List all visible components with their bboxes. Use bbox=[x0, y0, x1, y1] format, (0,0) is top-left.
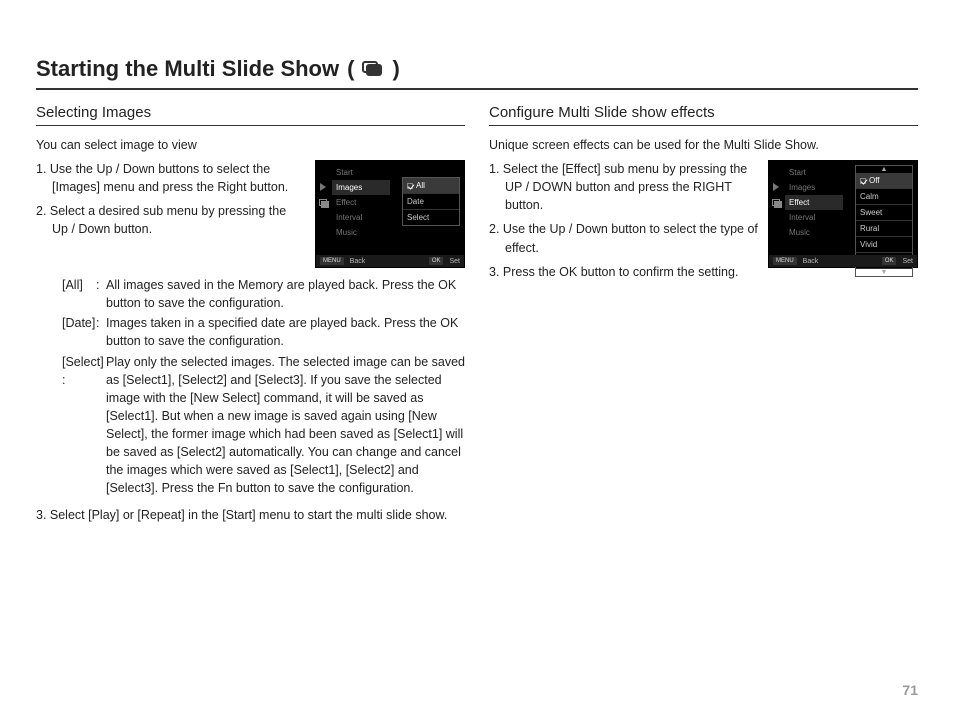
menu-item-interval[interactable]: Interval bbox=[785, 210, 843, 225]
left-device-screen: Start Images Effect Interval Music All D… bbox=[315, 160, 465, 268]
submenu-label: Rural bbox=[860, 224, 879, 233]
screen-iconbar bbox=[769, 161, 783, 257]
def-all: [All] : All images saved in the Memory a… bbox=[36, 276, 465, 312]
right-steps: 1. Select the [Effect] sub menu by press… bbox=[489, 160, 758, 287]
def-date-key: [Date] bbox=[36, 314, 96, 350]
paren-open: ( bbox=[347, 56, 354, 82]
stack-icon bbox=[319, 199, 327, 207]
def-colon: : bbox=[96, 276, 106, 312]
left-steps-narrow: 1. Use the Up / Down buttons to select t… bbox=[36, 160, 305, 268]
slideshow-icon bbox=[362, 61, 384, 77]
left-step-2: 2. Select a desired sub menu by pressing… bbox=[36, 202, 305, 238]
set-label: Set bbox=[902, 258, 913, 265]
menu-item-music[interactable]: Music bbox=[785, 225, 843, 240]
right-column: Configure Multi Slide show effects Uniqu… bbox=[489, 104, 918, 524]
submenu-label: Vivid bbox=[860, 240, 877, 249]
page: Starting the Multi Slide Show ( ) Select… bbox=[0, 0, 954, 720]
menu-item-interval[interactable]: Interval bbox=[332, 210, 390, 225]
right-step-2: 2. Use the Up / Down button to select th… bbox=[489, 220, 758, 256]
back-label: Back bbox=[350, 258, 366, 265]
page-number: 71 bbox=[902, 682, 918, 698]
menu-item-effect[interactable]: Effect bbox=[785, 195, 843, 210]
play-icon bbox=[773, 183, 779, 191]
chevron-down-icon[interactable]: ▼ bbox=[856, 269, 912, 276]
right-step-1: 1. Select the [Effect] sub menu by press… bbox=[489, 160, 758, 214]
menu-item-images[interactable]: Images bbox=[332, 180, 390, 195]
def-date-val: Images taken in a specified date are pla… bbox=[106, 314, 465, 350]
left-intro: You can select image to view bbox=[36, 138, 465, 152]
def-colon: : bbox=[96, 314, 106, 350]
def-all-key: [All] bbox=[36, 276, 96, 312]
play-icon bbox=[320, 183, 326, 191]
left-step-1: 1. Use the Up / Down buttons to select t… bbox=[36, 160, 305, 196]
menu-item-start[interactable]: Start bbox=[332, 165, 390, 180]
check-icon bbox=[407, 183, 413, 189]
def-date: [Date] : Images taken in a specified dat… bbox=[36, 314, 465, 350]
def-select: [Select] : Play only the selected images… bbox=[36, 353, 465, 498]
page-title-row: Starting the Multi Slide Show ( ) bbox=[36, 56, 918, 90]
submenu-item-select[interactable]: Select bbox=[403, 210, 459, 225]
submenu-item-all[interactable]: All bbox=[403, 178, 459, 194]
menu-item-images[interactable]: Images bbox=[785, 180, 843, 195]
stack-icon bbox=[772, 199, 780, 207]
submenu-item-off[interactable]: Off bbox=[856, 173, 912, 189]
menu-item-start[interactable]: Start bbox=[785, 165, 843, 180]
right-step-3: 3. Press the OK button to confirm the se… bbox=[489, 263, 758, 281]
check-icon bbox=[860, 178, 866, 184]
def-select-key: [Select] : bbox=[36, 353, 106, 498]
paren-close: ) bbox=[392, 56, 399, 82]
submenu-item-date[interactable]: Date bbox=[403, 194, 459, 210]
submenu-label: Select bbox=[407, 213, 429, 222]
def-all-val: All images saved in the Memory are playe… bbox=[106, 276, 465, 312]
right-heading: Configure Multi Slide show effects bbox=[489, 104, 918, 126]
screen-bottom-bar: MENU Back OK Set bbox=[769, 255, 917, 267]
screen-menu: Start Images Effect Interval Music bbox=[332, 165, 390, 240]
screen-iconbar bbox=[316, 161, 330, 257]
left-step-3: 3. Select [Play] or [Repeat] in the [Sta… bbox=[36, 506, 465, 524]
submenu-label: Off bbox=[869, 176, 880, 185]
menu-item-music[interactable]: Music bbox=[332, 225, 390, 240]
back-label: Back bbox=[803, 258, 819, 265]
submenu-label: Calm bbox=[860, 192, 879, 201]
set-button[interactable]: OK bbox=[882, 257, 897, 265]
chevron-up-icon[interactable]: ▲ bbox=[856, 166, 912, 173]
def-select-val: Play only the selected images. The selec… bbox=[106, 353, 465, 498]
right-device-screen: Start Images Effect Interval Music ▲ Off… bbox=[768, 160, 918, 268]
menu-item-effect[interactable]: Effect bbox=[332, 195, 390, 210]
set-label: Set bbox=[449, 258, 460, 265]
screen-bottom-bar: MENU Back OK Set bbox=[316, 255, 464, 267]
submenu-item-vivid[interactable]: Vivid bbox=[856, 237, 912, 253]
submenu-item-calm[interactable]: Calm bbox=[856, 189, 912, 205]
submenu-item-sweet[interactable]: Sweet bbox=[856, 205, 912, 221]
back-button[interactable]: MENU bbox=[773, 257, 797, 265]
submenu-label: Date bbox=[407, 197, 424, 206]
left-steps-and-screen: 1. Use the Up / Down buttons to select t… bbox=[36, 160, 465, 268]
right-intro: Unique screen effects can be used for th… bbox=[489, 138, 918, 152]
left-heading: Selecting Images bbox=[36, 104, 465, 126]
screen-submenu: All Date Select bbox=[402, 177, 460, 226]
submenu-label: All bbox=[416, 181, 425, 190]
columns: Selecting Images You can select image to… bbox=[36, 104, 918, 524]
right-steps-and-screen: 1. Select the [Effect] sub menu by press… bbox=[489, 160, 918, 287]
screen-menu: Start Images Effect Interval Music bbox=[785, 165, 843, 240]
page-title: Starting the Multi Slide Show bbox=[36, 56, 339, 82]
submenu-item-rural[interactable]: Rural bbox=[856, 221, 912, 237]
set-button[interactable]: OK bbox=[429, 257, 444, 265]
definition-list: [All] : All images saved in the Memory a… bbox=[36, 276, 465, 498]
left-column: Selecting Images You can select image to… bbox=[36, 104, 465, 524]
back-button[interactable]: MENU bbox=[320, 257, 344, 265]
submenu-label: Sweet bbox=[860, 208, 882, 217]
